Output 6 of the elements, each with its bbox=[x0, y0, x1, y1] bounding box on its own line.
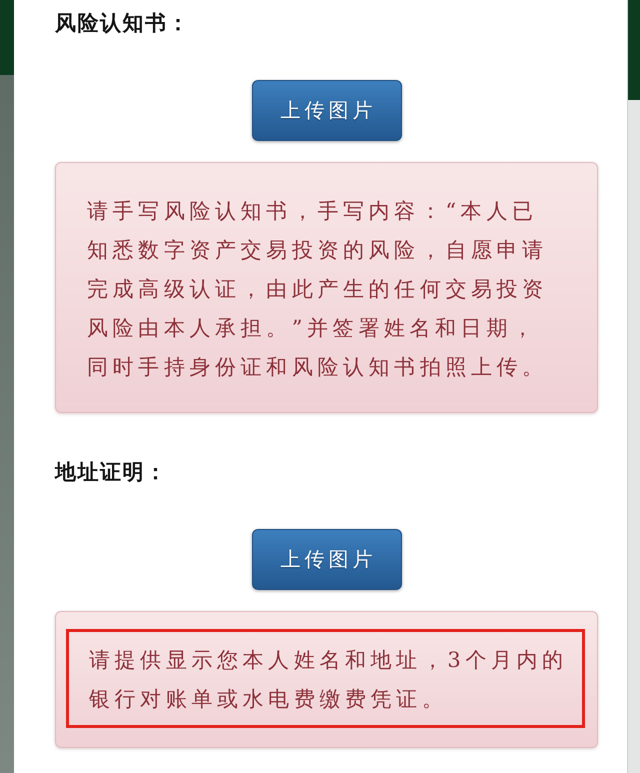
section-heading: 风险认知书： bbox=[55, 9, 190, 37]
notice-text: 请手写风险认知书，手写内容：“本人已知悉数字资产交易投资的风险，自愿申请完成高级认证，由此产生的任何交易投资风险由本人承担。”并签署姓名和日期，同时手持身份证和风险认知书拍照上传。 bbox=[87, 198, 549, 381]
upload-image-button[interactable]: 上传图片 bbox=[252, 80, 402, 141]
section-heading: 地址证明： bbox=[55, 458, 168, 486]
upload-image-button[interactable]: 上传图片 bbox=[252, 529, 402, 590]
notice-text: 请提供显示您本人姓名和地址，3个月内的银行对账单或水电费缴费凭证。 bbox=[89, 647, 569, 713]
